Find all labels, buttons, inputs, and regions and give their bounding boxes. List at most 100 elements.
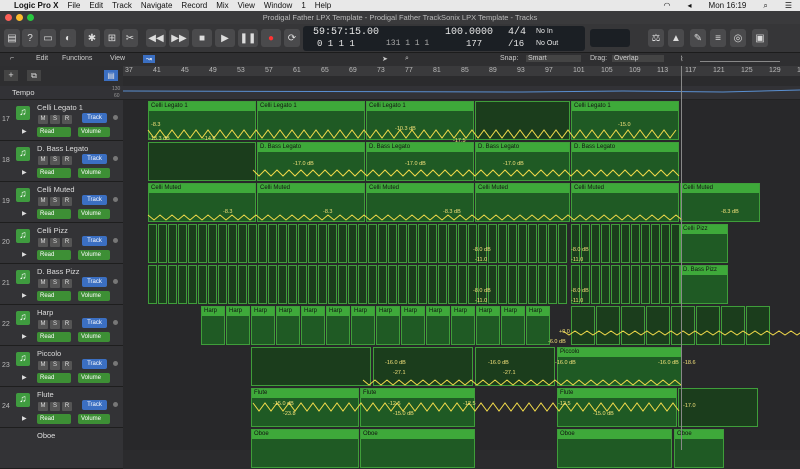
track-name[interactable]: D. Bass Legato <box>37 144 88 153</box>
disclosure-triangle-icon[interactable]: ▶ <box>22 333 27 340</box>
instrument-icon[interactable]: ♫ <box>16 270 30 284</box>
waveform-zoom-icon[interactable]: ⌇ <box>680 55 683 63</box>
automation-param-select[interactable]: Volume <box>78 291 110 301</box>
instrument-icon[interactable]: ♫ <box>16 106 30 120</box>
drag-select[interactable]: Overlap <box>612 55 664 62</box>
catch-playhead-icon[interactable]: ↝ <box>143 55 155 63</box>
automation-mode-select[interactable]: Read <box>37 127 71 137</box>
record-button[interactable]: ● <box>261 29 281 47</box>
track-button[interactable]: Track <box>82 236 107 246</box>
mute-button[interactable]: M <box>38 238 48 247</box>
menu-edit[interactable]: Edit <box>89 1 103 10</box>
instrument-icon[interactable]: ♫ <box>16 352 30 366</box>
minimize-window-icon[interactable] <box>16 14 23 21</box>
track-button[interactable]: Track <box>82 113 107 123</box>
help-icon[interactable]: ? <box>22 29 38 47</box>
automation-curve[interactable] <box>362 379 682 386</box>
cpu-meter[interactable] <box>590 29 630 47</box>
mute-button[interactable]: M <box>38 402 48 411</box>
instrument-icon[interactable]: ♫ <box>16 393 30 407</box>
tempo-track[interactable]: Tempo 130 60 <box>0 86 800 100</box>
mixer-icon[interactable]: ✱ <box>84 29 100 47</box>
automation-param-select[interactable]: Volume <box>78 332 110 342</box>
track-header[interactable]: 21 D. Bass Pizz ♫ M S R Track ▶ Read Volu… <box>0 264 123 305</box>
record-enable-button[interactable]: R <box>62 402 72 411</box>
record-enable-button[interactable]: R <box>62 361 72 370</box>
scissors-icon[interactable]: ✂ <box>122 29 138 47</box>
record-enable-button[interactable]: R <box>62 320 72 329</box>
menu-list-icon[interactable]: ☰ <box>785 1 792 11</box>
mute-button[interactable]: M <box>38 115 48 124</box>
instrument-icon[interactable]: ♫ <box>16 147 30 161</box>
instrument-icon[interactable]: ♫ <box>16 188 30 202</box>
add-track-button[interactable]: + <box>4 70 18 81</box>
automation-curve[interactable] <box>252 169 680 177</box>
disclosure-triangle-icon[interactable]: ▶ <box>22 415 27 422</box>
automation-mode-select[interactable]: Read <box>37 414 71 424</box>
track-header[interactable]: 17 Celli Legato 1 ♫ M S R Track ▶ Read Vo… <box>0 100 123 141</box>
menu-navigate[interactable]: Navigate <box>141 1 173 10</box>
record-enable-button[interactable]: R <box>62 197 72 206</box>
track-button[interactable]: Track <box>82 195 107 205</box>
smart-controls-icon[interactable]: ◐ <box>60 29 76 47</box>
solo-button[interactable]: S <box>50 115 60 124</box>
solo-button[interactable]: S <box>50 402 60 411</box>
instrument-icon[interactable]: ♫ <box>16 229 30 243</box>
automation-param-select[interactable]: Volume <box>78 168 110 178</box>
track-name[interactable]: Celli Pizz <box>37 226 68 235</box>
record-enable-button[interactable]: R <box>62 279 72 288</box>
track-name[interactable]: Oboe <box>37 431 55 440</box>
automation-mode-select[interactable]: Read <box>37 168 71 178</box>
menu-1[interactable]: 1 <box>301 1 305 10</box>
playhead[interactable] <box>681 66 682 450</box>
editors-icon[interactable]: ⊞ <box>104 29 120 47</box>
instrument-icon[interactable]: ♫ <box>16 311 30 325</box>
view-menu[interactable]: View <box>110 55 125 62</box>
disclosure-triangle-icon[interactable]: ▶ <box>22 292 27 299</box>
record-enable-button[interactable]: R <box>62 156 72 165</box>
track-header[interactable]: Oboe <box>0 428 123 469</box>
disclosure-triangle-icon[interactable]: ▶ <box>22 251 27 258</box>
browser-icon[interactable]: ▣ <box>752 29 768 47</box>
snap-select[interactable]: Smart <box>526 55 581 62</box>
automation-param-select[interactable]: Volume <box>78 209 110 219</box>
track-button[interactable]: Track <box>82 318 107 328</box>
track-header[interactable]: 20 Celli Pizz ♫ M S R Track ▶ Read Volume <box>0 223 123 264</box>
disclosure-triangle-icon[interactable]: ▶ <box>22 210 27 217</box>
automation-param-select[interactable]: Volume <box>78 250 110 260</box>
record-enable-button[interactable]: R <box>62 115 72 124</box>
tuner-icon[interactable]: ⚖ <box>648 29 664 47</box>
solo-button[interactable]: S <box>50 156 60 165</box>
track-name[interactable]: Harp <box>37 308 53 317</box>
mute-button[interactable]: M <box>38 320 48 329</box>
track-header[interactable]: 24 Flute ♫ M S R Track ▶ Read Volume <box>0 387 123 428</box>
track-name[interactable]: Celli Muted <box>37 185 75 194</box>
cycle-icon[interactable]: ⟳ <box>284 29 300 47</box>
mute-button[interactable]: M <box>38 361 48 370</box>
automation-mode-select[interactable]: Read <box>37 332 71 342</box>
automation-mode-select[interactable]: Read <box>37 209 71 219</box>
track-button[interactable]: Track <box>82 277 107 287</box>
zoom-tool-icon[interactable]: ⌕ <box>405 55 409 63</box>
stop-button[interactable]: ■ <box>192 29 212 47</box>
zoom-window-icon[interactable] <box>27 14 34 21</box>
lcd-display[interactable]: 59:57:15.00 0 1 1 1 131 1 1 1 100.0000 1… <box>303 26 585 51</box>
track-name[interactable]: Celli Legato 1 <box>37 103 83 112</box>
track-name[interactable]: Flute <box>37 390 54 399</box>
pointer-tool-icon[interactable]: ➤ <box>382 55 388 63</box>
record-enable-button[interactable]: R <box>62 238 72 247</box>
bar-ruler[interactable]: 37 41 45 49 53 57 61 65 69 73 77 81 85 89 93 97 101 105 10… <box>123 66 800 76</box>
menu-record[interactable]: Record <box>181 1 207 10</box>
zoom-slider[interactable] <box>700 55 780 62</box>
track-name[interactable]: Piccolo <box>37 349 61 358</box>
automation-param-select[interactable]: Volume <box>78 414 110 424</box>
solo-button[interactable]: S <box>50 197 60 206</box>
menu-window[interactable]: Window <box>264 1 292 10</box>
forward-button[interactable]: ▶▶ <box>169 29 189 47</box>
solo-button[interactable]: S <box>50 361 60 370</box>
track-header[interactable]: 18 D. Bass Legato ♫ M S R Track ▶ Read Vo… <box>0 141 123 182</box>
play-button[interactable]: ▶ <box>215 29 235 47</box>
disclosure-triangle-icon[interactable]: ▶ <box>22 374 27 381</box>
duplicate-track-button[interactable]: ⧉ <box>27 70 41 81</box>
solo-button[interactable]: S <box>50 238 60 247</box>
